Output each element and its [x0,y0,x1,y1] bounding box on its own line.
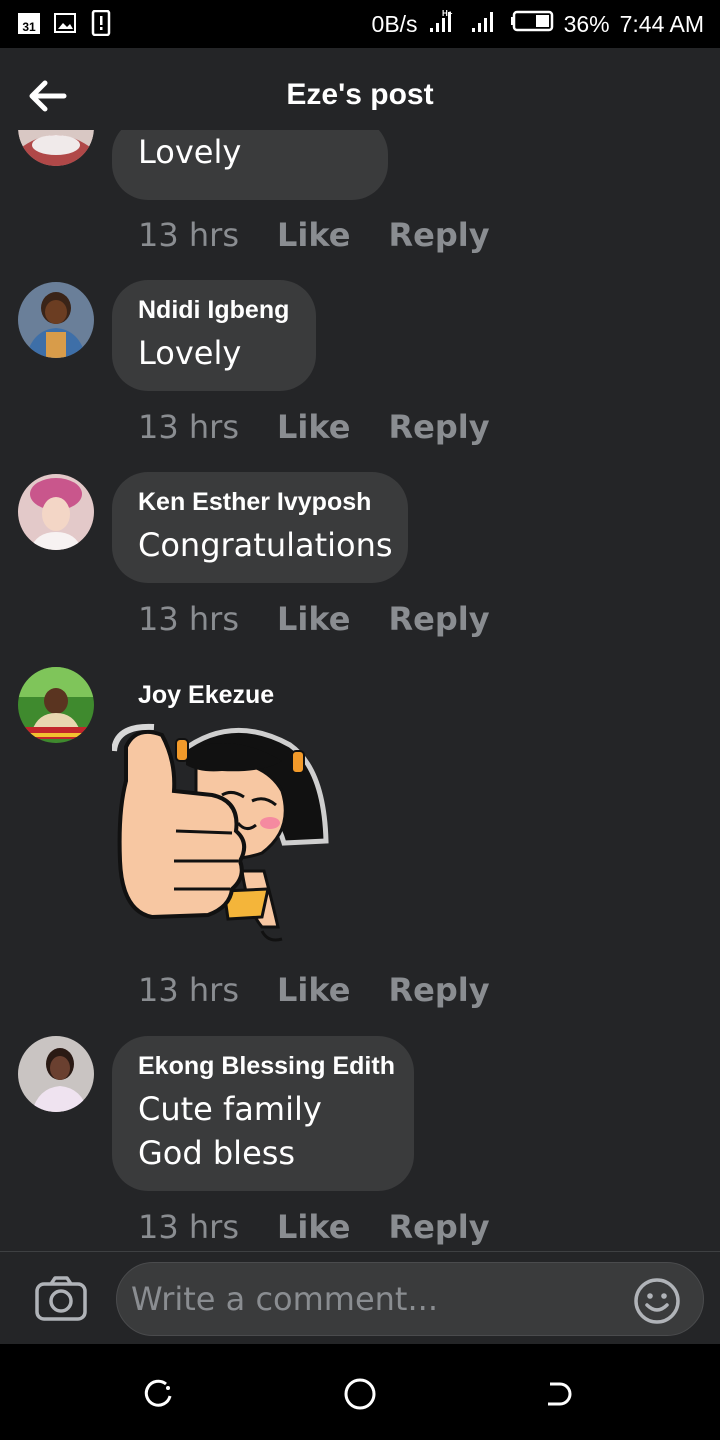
comment-meta: 13 hrs Like Reply [138,408,490,446]
comment-input-wrapper [116,1262,704,1336]
net-speed: 0B/s [371,10,418,37]
avatar[interactable] [18,474,94,550]
like-button[interactable]: Like [277,971,350,1009]
calendar-day: 31 [22,20,36,34]
battery-icon [510,9,554,39]
reply-button[interactable]: Reply [388,600,489,638]
comment-text: Cute family God bless [138,1090,322,1172]
signal-icon-2 [470,8,500,40]
comment-author[interactable]: Joy Ekezue [138,681,274,710]
comment-bubble[interactable]: Ekong Blessing Edith Cute family God ble… [112,1036,414,1191]
signal-icon: H+ [428,8,460,40]
comment-meta: 13 hrs Like Reply [138,971,490,1009]
reply-button[interactable]: Reply [388,216,489,254]
comment-bubble[interactable]: Ndidi Igbeng Lovely [112,280,316,391]
thumbs-up-girl-sticker[interactable] [111,721,334,943]
comment-bubble[interactable]: Ken Esther Ivyposh Congratulations [112,472,408,583]
comment-bubble[interactable]: Lovely [112,130,388,200]
like-button[interactable]: Like [277,1208,350,1246]
avatar[interactable] [18,130,94,166]
comment-text: Congratulations [138,526,393,564]
comment-meta: 13 hrs Like Reply [138,216,490,254]
comment-time: 13 hrs [138,216,239,254]
battery-percent: 36% [563,10,610,37]
comment-author[interactable]: Ndidi Igbeng [138,296,290,325]
network-badge: H+ [442,9,453,18]
comment-time: 13 hrs [138,408,239,446]
comments-feed[interactable]: Lovely 13 hrs Like Reply Ndidi Igbeng Lo… [0,130,720,1252]
like-button[interactable]: Like [277,408,350,446]
back-icon[interactable] [540,1374,580,1414]
emoji-icon[interactable] [633,1277,681,1325]
like-button[interactable]: Like [277,600,350,638]
home-icon[interactable] [340,1374,380,1414]
comment-text: Lovely [138,133,242,171]
status-bar: 31 0B/s H+ 36% 7:44 AM [0,0,720,48]
avatar[interactable] [18,282,94,358]
image-icon [52,10,78,36]
calendar-icon: 31 [16,10,42,36]
comment-time: 13 hrs [138,600,239,638]
comment-text: Lovely [138,334,242,372]
comment-author[interactable]: Ken Esther Ivyposh [138,488,382,517]
comment-composer [0,1251,720,1344]
comment-time: 13 hrs [138,1208,239,1246]
comment-author[interactable]: Ekong Blessing Edith [138,1052,395,1081]
reply-button[interactable]: Reply [388,971,489,1009]
comment-meta: 13 hrs Like Reply [138,1208,490,1246]
comment-time: 13 hrs [138,971,239,1009]
avatar[interactable] [18,1036,94,1112]
reply-button[interactable]: Reply [388,408,489,446]
system-nav-bar [0,1344,720,1440]
alert-icon [88,10,114,36]
page-title: Eze's post [286,78,434,111]
comment-meta: 13 hrs Like Reply [138,600,490,638]
clock: 7:44 AM [619,10,704,37]
avatar[interactable] [18,667,94,743]
comment-input[interactable] [131,1263,621,1335]
camera-icon[interactable] [34,1276,90,1322]
like-button[interactable]: Like [277,216,350,254]
reply-button[interactable]: Reply [388,1208,489,1246]
recent-apps-icon[interactable] [140,1374,180,1414]
